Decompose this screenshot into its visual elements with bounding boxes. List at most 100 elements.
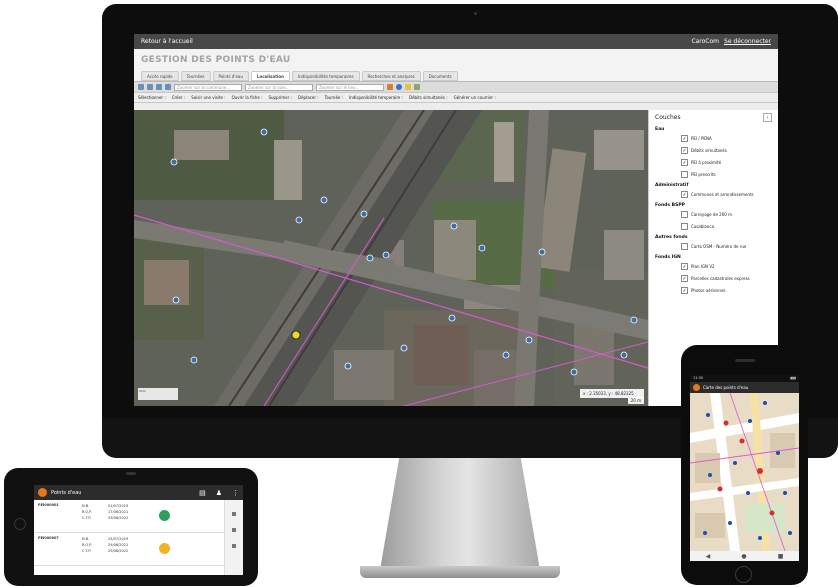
layer-plan-ign[interactable]: ✓ Plan IGN V2	[681, 263, 772, 270]
nav-home-icon[interactable]: ●	[741, 553, 746, 560]
map-zoom-level: 20 m	[627, 397, 644, 404]
checkbox-icon[interactable]	[681, 171, 688, 178]
create-tool[interactable]: Créer :	[172, 95, 186, 100]
phone-map[interactable]	[690, 393, 799, 551]
layer-group-administratif: Administratif	[655, 183, 689, 188]
tab-indisponibilites[interactable]: Indisponibilités temporaires	[291, 71, 360, 81]
move-tool[interactable]: Déplacer :	[298, 95, 319, 100]
flag-icon[interactable]	[387, 84, 393, 90]
layer-pei-proximite[interactable]: ✓ PEI à proximité	[681, 159, 772, 166]
row-label: C.T.P.	[82, 549, 92, 553]
tab-tournees[interactable]: Tournées	[180, 71, 211, 81]
tab-localisation[interactable]: Localisation	[250, 71, 290, 81]
checkbox-icon[interactable]	[681, 243, 688, 250]
checkbox-icon[interactable]	[681, 211, 688, 218]
app-logo-icon	[38, 488, 47, 497]
tab-documents[interactable]: Documents	[422, 71, 458, 81]
monitor-stand	[380, 458, 540, 570]
checkbox-icon[interactable]	[681, 223, 688, 230]
phone-app-title: Carte des points d'eau	[703, 385, 749, 390]
checkbox-checked-icon[interactable]: ✓	[681, 147, 688, 154]
open-sheet-tool[interactable]: Ouvrir la fiche :	[232, 95, 263, 100]
map-toolbar: Zoomer sur la commune... Zoomer sur la v…	[134, 81, 778, 92]
tab-bar: Accès rapide Tournées Points d'eau Local…	[134, 71, 778, 81]
layer-carroyage[interactable]: Carroyage de 200 m	[681, 211, 772, 218]
phone-status-bar: 11:30 ▮▮▮	[690, 375, 799, 382]
back-to-home-link[interactable]: Retour à l'accueil	[141, 38, 193, 45]
list-icon[interactable]: ▤	[199, 489, 206, 497]
layer-group-fonds-ign: Fonds IGN	[655, 255, 681, 260]
tablet-app-bar: Points d'eau ▤ ♟ ⋮	[34, 485, 243, 500]
tablet-home-button[interactable]	[14, 518, 26, 530]
list-item[interactable]: PEI000001 N.B. R.O.P. C.T.P. 01/07/2019 …	[34, 500, 224, 533]
voie-search-input[interactable]: Zoomer sur la voie...	[245, 83, 313, 91]
zoom-extent-icon[interactable]	[165, 84, 171, 90]
page-title: GESTION DES POINTS D'EAU	[141, 55, 291, 65]
app-topbar: Retour à l'accueil CaroCom Se déconnecte…	[134, 34, 778, 49]
map-scale: ▭▭	[138, 388, 178, 400]
layer-group-eau: Eau	[655, 127, 665, 132]
checkbox-checked-icon[interactable]: ✓	[681, 287, 688, 294]
pei-id: PEI000007	[38, 536, 59, 540]
unavailability-tool[interactable]: Indisponibilité temporaire :	[349, 95, 403, 100]
tablet-list: PEI000001 N.B. R.O.P. C.T.P. 01/07/2019 …	[34, 500, 224, 566]
tab-acces-rapide[interactable]: Accès rapide	[141, 71, 179, 81]
locate-icon[interactable]	[396, 84, 402, 90]
user-icon[interactable]: ♟	[216, 489, 222, 497]
layers-icon[interactable]	[414, 84, 420, 90]
layer-communes[interactable]: ✓ Communes et arrondissements	[681, 191, 772, 198]
checkbox-checked-icon[interactable]: ✓	[681, 159, 688, 166]
visit-tool[interactable]: Saisir une visite :	[191, 95, 225, 100]
tablet-speaker	[126, 472, 136, 475]
layer-pei-pena[interactable]: ✓ PEI / PENA	[681, 135, 772, 142]
pan-icon[interactable]	[138, 84, 144, 90]
pei-id: PEI000001	[38, 503, 59, 507]
layer-carto-osm[interactable]: Carto OSM - Numéro de rue	[681, 243, 772, 250]
fire-icon	[159, 543, 170, 554]
layer-parcelles[interactable]: ✓ Parcelles cadastrales express	[681, 275, 772, 282]
layer-casablanca[interactable]: Casablanca	[681, 223, 772, 230]
street-map	[690, 393, 799, 551]
nav-back-icon[interactable]: ◀	[706, 553, 711, 560]
tab-points-eau[interactable]: Points d'eau	[212, 71, 249, 81]
map-canvas[interactable]: ▭▭ x : 2.35023, y : 48.82325 20 m	[134, 110, 648, 406]
nav-recent-icon[interactable]: ■	[778, 553, 784, 560]
tablet-nav-bar	[224, 500, 243, 575]
tablet-screen: Points d'eau ▤ ♟ ⋮ PEI000001 N.B. R.O.P.…	[34, 479, 243, 575]
more-icon[interactable]: ⋮	[232, 489, 239, 497]
phone-screen: 11:30 ▮▮▮ Carte des points d'eau ◀ ● ■	[690, 375, 799, 561]
tour-tool[interactable]: Tournée :	[325, 95, 343, 100]
simultaneous-flow-tool[interactable]: Débits simultanés :	[409, 95, 448, 100]
layer-pei-prescrits[interactable]: PEI prescrits	[681, 171, 772, 178]
zoom-out-icon[interactable]	[156, 84, 162, 90]
commune-search-input[interactable]: Zoomer sur la commune...	[174, 83, 242, 91]
layer-group-autres-fonds: Autres fonds	[655, 235, 688, 240]
zoom-in-icon[interactable]	[147, 84, 153, 90]
tablet-app-title: Points d'eau	[51, 489, 82, 496]
star-icon[interactable]	[405, 84, 411, 90]
checkbox-checked-icon[interactable]: ✓	[681, 135, 688, 142]
camera-dot	[474, 12, 477, 15]
tab-recherches[interactable]: Recherches et analyses	[361, 71, 421, 81]
lieu-search-input[interactable]: Zoomer sur le lieu...	[316, 83, 384, 91]
layer-photos-aeriennes[interactable]: ✓ Photos aériennes	[681, 287, 772, 294]
app-logo-icon	[693, 384, 700, 391]
action-toolbar: Sélectionner : Créer : Saisir une visite…	[134, 92, 778, 103]
phone-home-button[interactable]	[735, 566, 752, 583]
desktop-screen: Retour à l'accueil CaroCom Se déconnecte…	[134, 34, 778, 406]
nav-recent-icon[interactable]	[232, 512, 236, 516]
layers-title: Couches	[655, 114, 681, 121]
checkbox-checked-icon[interactable]: ✓	[681, 275, 688, 282]
checkbox-checked-icon[interactable]: ✓	[681, 191, 688, 198]
layer-debits-simultanes[interactable]: ✓ Débits simultanés	[681, 147, 772, 154]
letter-tool[interactable]: Générer un courrier :	[454, 95, 496, 100]
logout-link[interactable]: Se déconnecter	[724, 38, 771, 45]
collapse-panel-button[interactable]: ›	[763, 113, 772, 122]
select-tool[interactable]: Sélectionner :	[138, 95, 166, 100]
nav-back-icon[interactable]	[232, 544, 236, 548]
checkbox-checked-icon[interactable]: ✓	[681, 263, 688, 270]
list-item[interactable]: PEI000007 N.B. R.O.P. C.T.P. 25/07/2019 …	[34, 533, 224, 566]
delete-tool[interactable]: Supprimer :	[268, 95, 292, 100]
nav-home-icon[interactable]	[232, 528, 236, 532]
signal-icon: ▮▮▮	[790, 376, 796, 380]
